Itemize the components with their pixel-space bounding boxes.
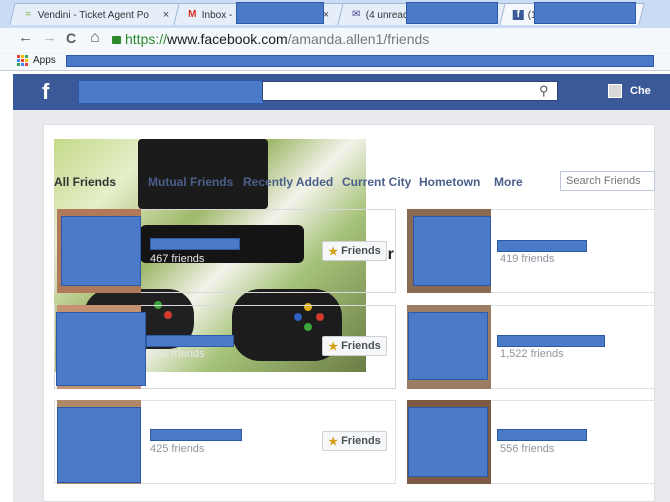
star-icon: ★ xyxy=(328,340,339,353)
home-button[interactable]: ⌂ xyxy=(90,29,100,47)
redaction xyxy=(56,312,146,386)
redaction xyxy=(408,407,488,477)
apps-shortcut[interactable]: Apps xyxy=(17,55,56,66)
url-path: /amanda.allen1/friends xyxy=(287,31,430,47)
redaction xyxy=(150,238,240,250)
redaction xyxy=(236,2,324,24)
friends-count: 253 friends xyxy=(150,348,205,360)
tab-recently-added[interactable]: Recently Added xyxy=(243,175,333,189)
friends-button[interactable]: ★ Friends xyxy=(322,336,387,356)
friends-count: 1,522 friends xyxy=(500,348,564,360)
redaction xyxy=(146,335,234,347)
url-scheme: https:// xyxy=(125,31,168,47)
redaction xyxy=(66,55,654,67)
gmail-icon: M xyxy=(188,9,197,20)
address-bar[interactable]: https://www.facebook.com/amanda.allen1/f… xyxy=(112,30,668,48)
friends-count: 419 friends xyxy=(500,253,555,265)
redaction xyxy=(150,429,242,441)
tab-mutual-friends[interactable]: Mutual Friends xyxy=(148,175,233,189)
star-icon: ★ xyxy=(328,245,339,258)
redaction xyxy=(406,2,498,24)
tab-title: (4 unread xyxy=(365,9,409,21)
mail-icon: ✉ xyxy=(352,9,361,20)
back-button[interactable]: ← xyxy=(18,29,33,47)
lock-icon xyxy=(112,36,121,44)
vendini-icon: ≈ xyxy=(25,9,32,20)
friends-button[interactable]: ★ Friends xyxy=(322,241,387,261)
tab-vendini[interactable]: ≈ Vendini - Ticket Agent Po × xyxy=(9,3,183,26)
redaction xyxy=(497,335,605,347)
apps-grid-icon xyxy=(17,55,28,66)
search-icon[interactable]: ⚲ xyxy=(539,83,549,99)
redaction xyxy=(57,407,141,483)
redaction xyxy=(413,216,491,286)
facebook-logo[interactable]: f xyxy=(42,79,49,105)
friends-count: 556 friends xyxy=(500,443,555,455)
tab-current-city[interactable]: Current City xyxy=(342,175,411,189)
redaction xyxy=(534,2,636,24)
star-icon: ★ xyxy=(328,435,339,448)
url-host: www.facebook.com xyxy=(167,31,288,47)
tab-hometown[interactable]: Hometown xyxy=(419,175,480,189)
facebook-icon: f xyxy=(512,9,524,20)
friends-count: 425 friends xyxy=(150,443,205,455)
redaction xyxy=(497,429,587,441)
console-shape xyxy=(138,139,268,209)
tab-title: Inbox - xyxy=(201,9,233,21)
friends-button-label: Friends xyxy=(341,435,381,447)
friends-button-label: Friends xyxy=(341,340,381,352)
tab-more[interactable]: More xyxy=(494,175,523,189)
close-icon[interactable]: × xyxy=(163,4,169,26)
avatar[interactable] xyxy=(608,84,622,98)
tab-title: Vendini - Ticket Agent Po xyxy=(37,9,149,21)
facebook-search-input[interactable] xyxy=(262,81,558,101)
friends-count: 467 friends xyxy=(150,253,205,265)
redaction xyxy=(61,216,141,286)
apps-label: Apps xyxy=(33,55,56,66)
redaction xyxy=(78,80,264,104)
forward-button[interactable]: → xyxy=(42,29,57,47)
profile-name[interactable]: Che xyxy=(630,85,651,97)
redaction xyxy=(408,312,488,380)
tab-all-friends[interactable]: All Friends xyxy=(54,175,116,189)
search-friends-input[interactable]: Search Friends xyxy=(560,171,655,191)
redaction xyxy=(497,240,587,252)
friends-button-label: Friends xyxy=(341,245,381,257)
reload-button[interactable]: C xyxy=(66,29,76,47)
friends-button[interactable]: ★ Friends xyxy=(322,431,387,451)
